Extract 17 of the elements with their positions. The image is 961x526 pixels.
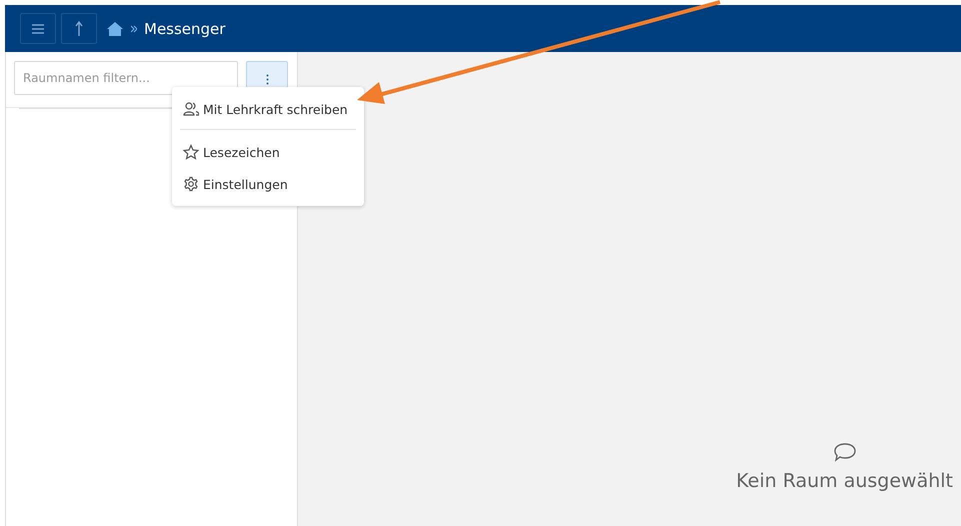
menu-button[interactable] <box>20 13 56 44</box>
home-icon[interactable] <box>106 20 124 36</box>
people-icon <box>183 101 199 117</box>
filter-field[interactable]: Raumnamen filtern... <box>14 61 238 95</box>
up-arrow-icon <box>74 20 84 36</box>
menu-item[interactable]: Lesezeichen <box>172 136 364 168</box>
star-icon <box>183 144 199 160</box>
page-title: Messenger <box>144 20 226 38</box>
empty-state-text: Kein Raum ausgewählt <box>736 470 953 492</box>
menu-icon <box>32 24 44 34</box>
settings-icon <box>183 176 199 192</box>
more-icon <box>266 74 268 84</box>
up-button[interactable] <box>61 13 97 44</box>
menu-item[interactable]: Einstellungen <box>172 168 364 200</box>
menu-item[interactable]: Mit Lehrkraft schreiben <box>172 93 364 125</box>
speech-bubble-icon <box>832 442 857 462</box>
chevron-icon <box>131 24 137 32</box>
